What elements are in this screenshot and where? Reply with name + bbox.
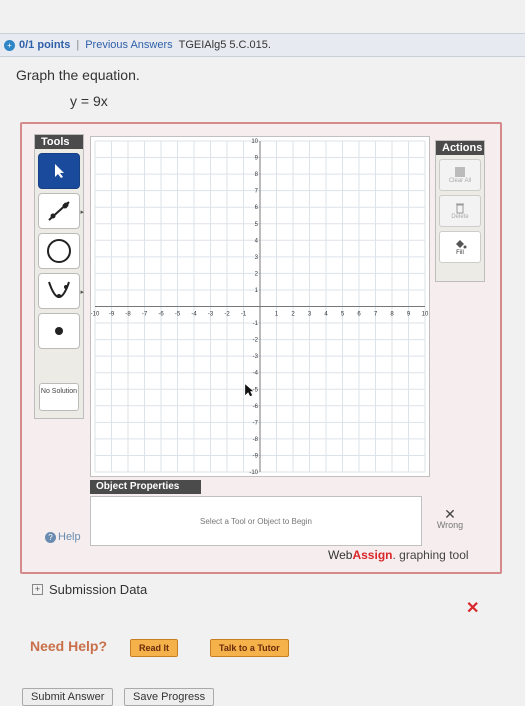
x-tick-label: 3 — [308, 312, 312, 318]
question-equation: y = 9x — [70, 93, 108, 109]
points-label: 0/1 points — [19, 39, 71, 51]
coordinate-grid[interactable]: -10 -9 -8 -7 -6 -5 -4 -3 -2 -1 1 2 3 4 5 6 7 8 9 10 10 9 8 7 6 5 4… — [91, 137, 429, 476]
tools-panel: Tools ▸ ▸ No Solution — [34, 134, 84, 419]
y-tick-label: -10 — [249, 470, 258, 476]
help-label: Help — [58, 531, 81, 543]
y-tick-label: 4 — [255, 238, 259, 244]
webassign-brand: WebAssign. graphing tool — [328, 548, 469, 562]
x-tick-label: -5 — [175, 312, 181, 318]
x-tick-label: 10 — [422, 312, 429, 318]
circle-tool-button[interactable] — [38, 233, 80, 269]
y-tick-label: -4 — [253, 371, 259, 377]
parabola-tool-more-icon[interactable]: ▸ — [80, 288, 84, 296]
pointer-tool-button[interactable] — [38, 153, 80, 189]
y-tick-label: -2 — [253, 338, 259, 344]
expand-icon[interactable]: + — [4, 39, 15, 51]
y-tick-label: 3 — [255, 255, 259, 261]
save-progress-button[interactable]: Save Progress — [124, 688, 215, 706]
x-tick-label: 6 — [357, 312, 361, 318]
x-tick-label: 1 — [275, 312, 279, 318]
x-tick-label: -9 — [109, 312, 115, 318]
parabola-tool-button[interactable]: ▸ — [38, 273, 84, 309]
fill-bucket-icon — [456, 240, 467, 249]
object-properties-title: Object Properties — [90, 480, 201, 494]
x-tick-label: 9 — [407, 312, 411, 318]
x-tick-label: -3 — [208, 312, 214, 318]
pointer-icon — [55, 164, 64, 178]
x-tick-label: 4 — [324, 312, 328, 318]
actions-panel: Actions Clear All Delete Fill — [435, 140, 485, 282]
need-help-label: Need Help? — [30, 638, 108, 654]
no-solution-button[interactable]: No Solution — [39, 383, 79, 411]
header-separator: | — [76, 39, 80, 51]
y-tick-label: 7 — [255, 189, 259, 195]
trash-icon — [456, 203, 464, 214]
question-header: + 0/1 points | Previous Answers TGEIAlg5… — [0, 33, 525, 57]
y-tick-label: 8 — [255, 172, 259, 178]
submission-data-toggle[interactable]: + Submission Data — [32, 582, 147, 597]
read-it-button[interactable]: Read It — [130, 639, 179, 657]
x-tick-label: -8 — [125, 312, 131, 318]
question-id: TGEIAlg5 5.C.015. — [178, 39, 271, 51]
y-tick-label: 9 — [255, 156, 259, 162]
tools-title: Tools — [35, 135, 83, 149]
x-tick-label: -2 — [224, 312, 230, 318]
line-tool-more-icon[interactable]: ▸ — [80, 208, 84, 216]
point-tool-button[interactable] — [38, 313, 80, 349]
line-tool-button[interactable]: ▸ — [38, 193, 84, 229]
clear-all-label: Clear All — [448, 178, 472, 184]
y-tick-label: -3 — [253, 354, 259, 360]
clear-all-button[interactable]: Clear All — [439, 159, 481, 191]
delete-label: Delete — [451, 214, 469, 220]
y-tick-label: -7 — [253, 420, 259, 426]
question-prompt: Graph the equation. — [16, 67, 140, 83]
circle-icon — [47, 239, 71, 263]
delete-button[interactable]: Delete — [439, 195, 481, 227]
x-tick-label: -1 — [241, 312, 247, 318]
x-tick-label: -7 — [142, 312, 148, 318]
help-link[interactable]: ? Help — [45, 531, 81, 543]
brand-web: Web — [328, 548, 353, 562]
x-tick-label: 7 — [374, 312, 378, 318]
y-tick-label: -1 — [253, 321, 259, 327]
brand-assign: Assign — [352, 548, 393, 562]
fill-button[interactable]: Fill — [439, 231, 481, 263]
object-properties-panel: Select a Tool or Object to Begin — [90, 496, 422, 546]
object-properties-hint: Select a Tool or Object to Begin — [200, 516, 312, 526]
x-tick-label: 8 — [390, 312, 394, 318]
y-tick-label: 10 — [251, 139, 258, 145]
graph-canvas[interactable]: -10 -9 -8 -7 -6 -5 -4 -3 -2 -1 1 2 3 4 5 6 7 8 9 10 10 9 8 7 6 5 4… — [90, 136, 430, 477]
actions-title: Actions — [436, 141, 484, 155]
submit-answer-button[interactable]: Submit Answer — [22, 688, 114, 706]
wrong-x-icon: ✕ — [444, 506, 456, 522]
line-icon — [48, 201, 70, 221]
x-tick-label: -10 — [91, 312, 100, 318]
y-tick-label: 5 — [255, 222, 259, 228]
result-indicator: ✕ Wrong — [430, 506, 470, 530]
y-tick-label: -5 — [253, 387, 259, 393]
x-tick-label: 2 — [291, 312, 295, 318]
brand-suffix: . graphing tool — [392, 548, 469, 562]
mouse-cursor-icon — [245, 384, 254, 397]
result-label: Wrong — [436, 520, 464, 530]
expand-plus-icon: + — [32, 584, 43, 595]
y-tick-label: 1 — [255, 288, 259, 294]
submission-label: Submission Data — [49, 582, 148, 597]
incorrect-x-icon: ✕ — [466, 600, 480, 617]
y-tick-label: -9 — [253, 453, 259, 459]
x-tick-label: -6 — [158, 312, 164, 318]
y-tick-label: 6 — [255, 205, 259, 211]
point-icon — [55, 327, 63, 335]
x-tick-label: 5 — [341, 312, 345, 318]
y-tick-label: 2 — [255, 271, 259, 277]
y-tick-label: -6 — [253, 404, 259, 410]
parabola-icon — [48, 281, 70, 298]
fill-label: Fill — [456, 250, 464, 256]
y-tick-label: -8 — [253, 437, 259, 443]
previous-answers-link[interactable]: Previous Answers — [85, 39, 172, 51]
help-icon: ? — [45, 531, 56, 543]
x-tick-label: -4 — [191, 312, 197, 318]
clear-all-icon — [455, 167, 465, 177]
talk-to-tutor-button[interactable]: Talk to a Tutor — [210, 639, 289, 657]
